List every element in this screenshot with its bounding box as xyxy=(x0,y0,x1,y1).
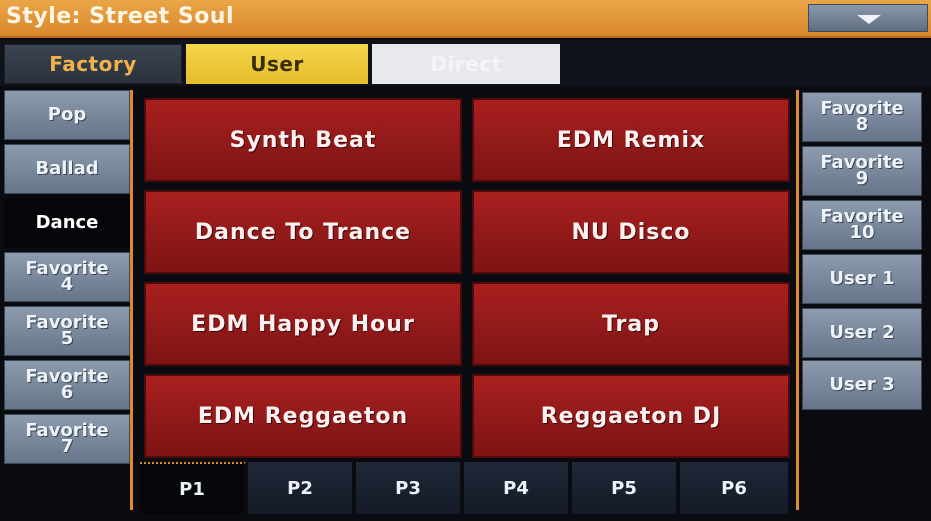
category-user-3[interactable]: User 3 xyxy=(802,360,922,410)
category-number: 8 xyxy=(855,114,869,135)
category-favorite-10[interactable]: Favorite 10 xyxy=(802,200,922,250)
category-label: User 1 xyxy=(829,268,895,289)
category-favorite-9[interactable]: Favorite 9 xyxy=(802,146,922,196)
category-user-1[interactable]: User 1 xyxy=(802,254,922,304)
page-tab-p5[interactable]: P5 xyxy=(572,462,678,514)
category-favorite-5[interactable]: Favorite 5 xyxy=(4,306,130,356)
category-favorite-6[interactable]: Favorite 6 xyxy=(4,360,130,410)
right-divider xyxy=(796,90,799,510)
style-button[interactable]: Synth Beat xyxy=(144,98,462,182)
tab-factory[interactable]: Factory xyxy=(4,44,182,84)
page-tab-p3[interactable]: P3 xyxy=(356,462,462,514)
category-pop[interactable]: Pop xyxy=(4,90,130,140)
category-number: 10 xyxy=(849,222,875,243)
tab-direct[interactable]: Direct xyxy=(372,44,560,84)
style-menu-button[interactable] xyxy=(808,4,928,32)
style-button[interactable]: EDM Remix xyxy=(472,98,790,182)
style-title: Style: Street Soul xyxy=(6,4,235,29)
category-number: 9 xyxy=(855,168,869,189)
page-tab-p4[interactable]: P4 xyxy=(464,462,570,514)
category-ballad[interactable]: Ballad xyxy=(4,144,130,194)
style-button[interactable]: NU Disco xyxy=(472,190,790,274)
category-label: User 2 xyxy=(829,322,895,343)
category-user-2[interactable]: User 2 xyxy=(802,308,922,358)
bank-tab-strip: Factory User Direct xyxy=(0,40,931,86)
category-number: 4 xyxy=(60,274,74,295)
page-tab-p1[interactable]: P1 xyxy=(140,462,246,514)
category-dance[interactable]: Dance xyxy=(4,198,130,248)
category-number: 7 xyxy=(60,436,74,457)
style-grid: Synth Beat EDM Remix Dance To Trance NU … xyxy=(140,96,790,458)
category-label: User 3 xyxy=(829,374,895,395)
dropdown-arrow-icon xyxy=(857,15,881,24)
page-tab-p6[interactable]: P6 xyxy=(680,462,790,514)
category-number: 5 xyxy=(60,328,74,349)
style-button[interactable]: Dance To Trance xyxy=(144,190,462,274)
style-button[interactable]: EDM Happy Hour xyxy=(144,282,462,366)
left-divider xyxy=(130,90,133,510)
style-button[interactable]: Reggaeton DJ xyxy=(472,374,790,458)
style-button[interactable]: EDM Reggaeton xyxy=(144,374,462,458)
tab-user[interactable]: User xyxy=(186,44,368,84)
category-number: 6 xyxy=(60,382,74,403)
title-bar: Style: Street Soul xyxy=(0,0,931,38)
page-tab-p2[interactable]: P2 xyxy=(248,462,354,514)
page-selector: P1 P2 P3 P4 P5 P6 xyxy=(140,462,796,514)
category-label: Pop xyxy=(47,104,87,125)
category-label: Dance xyxy=(35,212,99,233)
category-favorite-4[interactable]: Favorite 4 xyxy=(4,252,130,302)
category-label: Ballad xyxy=(35,158,99,179)
category-favorite-7[interactable]: Favorite 7 xyxy=(4,414,130,464)
style-button[interactable]: Trap xyxy=(472,282,790,366)
category-favorite-8[interactable]: Favorite 8 xyxy=(802,92,922,142)
